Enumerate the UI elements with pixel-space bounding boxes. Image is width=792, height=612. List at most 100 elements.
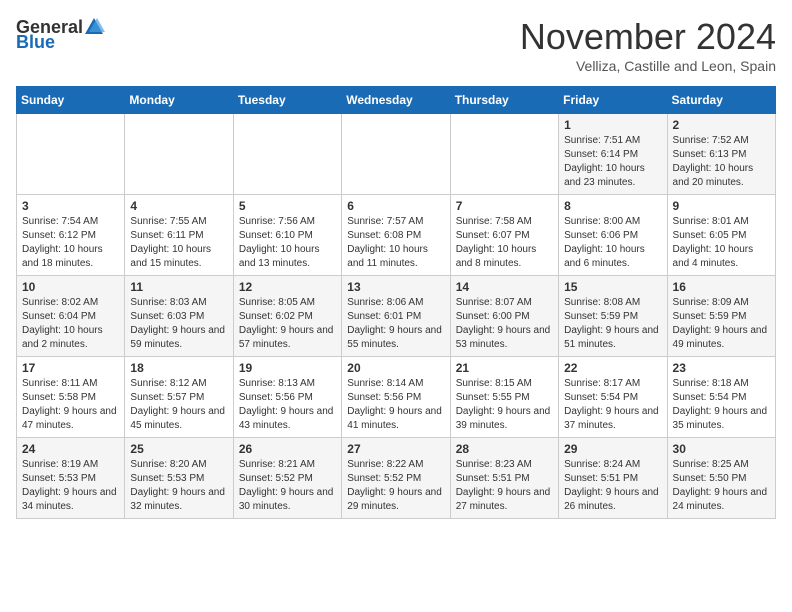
logo-blue: Blue [16,32,55,53]
calendar-cell [233,114,341,195]
day-number: 30 [673,442,770,456]
subtitle: Velliza, Castille and Leon, Spain [520,58,776,74]
calendar-header-row: SundayMondayTuesdayWednesdayThursdayFrid… [17,87,776,114]
day-header-monday: Monday [125,87,233,114]
calendar-cell: 26 Sunrise: 8:21 AMSunset: 5:52 PMDayligh… [233,438,341,519]
day-info: Sunrise: 8:06 AMSunset: 6:01 PMDaylight:… [347,296,444,352]
day-number: 2 [673,118,770,132]
day-number: 15 [564,280,661,294]
calendar-cell: 30 Sunrise: 8:25 AMSunset: 5:50 PMDayligh… [667,438,775,519]
day-info: Sunrise: 8:14 AMSunset: 5:56 PMDaylight:… [347,377,444,433]
day-number: 29 [564,442,661,456]
calendar-cell: 6 Sunrise: 7:57 AMSunset: 6:08 PMDaylight… [342,195,450,276]
calendar-cell: 14 Sunrise: 8:07 AMSunset: 6:00 PMDayligh… [450,276,558,357]
day-info: Sunrise: 8:07 AMSunset: 6:00 PMDaylight:… [456,296,553,352]
day-info: Sunrise: 7:58 AMSunset: 6:07 PMDaylight:… [456,215,553,271]
day-number: 3 [22,199,119,213]
calendar-cell: 4 Sunrise: 7:55 AMSunset: 6:11 PMDaylight… [125,195,233,276]
day-info: Sunrise: 8:05 AMSunset: 6:02 PMDaylight:… [239,296,336,352]
day-number: 13 [347,280,444,294]
day-info: Sunrise: 7:56 AMSunset: 6:10 PMDaylight:… [239,215,336,271]
calendar-cell: 24 Sunrise: 8:19 AMSunset: 5:53 PMDayligh… [17,438,125,519]
day-info: Sunrise: 8:11 AMSunset: 5:58 PMDaylight:… [22,377,119,433]
day-number: 14 [456,280,553,294]
day-header-tuesday: Tuesday [233,87,341,114]
day-info: Sunrise: 7:51 AMSunset: 6:14 PMDaylight:… [564,134,661,190]
day-number: 26 [239,442,336,456]
day-info: Sunrise: 8:12 AMSunset: 5:57 PMDaylight:… [130,377,227,433]
calendar-cell: 5Sunrise: 7:56 AMSunset: 6:10 PMDaylight… [233,195,341,276]
calendar-cell: 1 Sunrise: 7:51 AMSunset: 6:14 PMDaylight… [559,114,667,195]
calendar-cell: 20Sunrise: 8:14 AMSunset: 5:56 PMDayligh… [342,357,450,438]
day-info: Sunrise: 8:08 AMSunset: 5:59 PMDaylight:… [564,296,661,352]
calendar-cell: 17 Sunrise: 8:11 AMSunset: 5:58 PMDayligh… [17,357,125,438]
day-info: Sunrise: 8:13 AMSunset: 5:56 PMDaylight:… [239,377,336,433]
day-number: 12 [239,280,336,294]
day-number: 1 [564,118,661,132]
day-number: 21 [456,361,553,375]
day-info: Sunrise: 8:15 AMSunset: 5:55 PMDaylight:… [456,377,553,433]
day-info: Sunrise: 8:21 AMSunset: 5:52 PMDaylight:… [239,458,336,514]
calendar-week-3: 10 Sunrise: 8:02 AMSunset: 6:04 PMDayligh… [17,276,776,357]
day-number: 28 [456,442,553,456]
calendar-cell: 18 Sunrise: 8:12 AMSunset: 5:57 PMDayligh… [125,357,233,438]
day-info: Sunrise: 7:52 AMSunset: 6:13 PMDaylight:… [673,134,770,190]
calendar-table: SundayMondayTuesdayWednesdayThursdayFrid… [16,86,776,519]
calendar-week-4: 17 Sunrise: 8:11 AMSunset: 5:58 PMDayligh… [17,357,776,438]
day-number: 22 [564,361,661,375]
calendar-cell [450,114,558,195]
calendar-cell: 15 Sunrise: 8:08 AMSunset: 5:59 PMDayligh… [559,276,667,357]
day-info: Sunrise: 8:01 AMSunset: 6:05 PMDaylight:… [673,215,770,271]
day-number: 4 [130,199,227,213]
calendar-cell: 28 Sunrise: 8:23 AMSunset: 5:51 PMDayligh… [450,438,558,519]
calendar-cell [17,114,125,195]
day-number: 25 [130,442,227,456]
calendar-cell: 2 Sunrise: 7:52 AMSunset: 6:13 PMDaylight… [667,114,775,195]
day-number: 18 [130,361,227,375]
day-number: 24 [22,442,119,456]
calendar-cell: 13 Sunrise: 8:06 AMSunset: 6:01 PMDayligh… [342,276,450,357]
calendar-cell: 16Sunrise: 8:09 AMSunset: 5:59 PMDayligh… [667,276,775,357]
day-header-saturday: Saturday [667,87,775,114]
calendar-cell: 29 Sunrise: 8:24 AMSunset: 5:51 PMDayligh… [559,438,667,519]
calendar-cell: 27 Sunrise: 8:22 AMSunset: 5:52 PMDayligh… [342,438,450,519]
day-info: Sunrise: 8:19 AMSunset: 5:53 PMDaylight:… [22,458,119,514]
day-header-wednesday: Wednesday [342,87,450,114]
page-header: General Blue November 2024 Velliza, Cast… [16,16,776,74]
day-number: 27 [347,442,444,456]
calendar-cell: 19Sunrise: 8:13 AMSunset: 5:56 PMDayligh… [233,357,341,438]
logo-icon [83,16,105,38]
day-header-thursday: Thursday [450,87,558,114]
day-info: Sunrise: 8:23 AMSunset: 5:51 PMDaylight:… [456,458,553,514]
day-info: Sunrise: 8:24 AMSunset: 5:51 PMDaylight:… [564,458,661,514]
calendar-cell [125,114,233,195]
day-info: Sunrise: 8:18 AMSunset: 5:54 PMDaylight:… [673,377,770,433]
day-number: 7 [456,199,553,213]
day-header-sunday: Sunday [17,87,125,114]
day-number: 23 [673,361,770,375]
day-info: Sunrise: 7:55 AMSunset: 6:11 PMDaylight:… [130,215,227,271]
day-number: 16 [673,280,770,294]
day-info: Sunrise: 7:54 AMSunset: 6:12 PMDaylight:… [22,215,119,271]
day-info: Sunrise: 7:57 AMSunset: 6:08 PMDaylight:… [347,215,444,271]
calendar-cell: 9Sunrise: 8:01 AMSunset: 6:05 PMDaylight… [667,195,775,276]
day-info: Sunrise: 8:00 AMSunset: 6:06 PMDaylight:… [564,215,661,271]
day-info: Sunrise: 8:20 AMSunset: 5:53 PMDaylight:… [130,458,227,514]
calendar-week-2: 3 Sunrise: 7:54 AMSunset: 6:12 PMDaylight… [17,195,776,276]
calendar-cell: 10 Sunrise: 8:02 AMSunset: 6:04 PMDayligh… [17,276,125,357]
day-number: 17 [22,361,119,375]
day-number: 11 [130,280,227,294]
calendar-week-1: 1 Sunrise: 7:51 AMSunset: 6:14 PMDaylight… [17,114,776,195]
calendar-cell: 3 Sunrise: 7:54 AMSunset: 6:12 PMDaylight… [17,195,125,276]
calendar-cell: 25 Sunrise: 8:20 AMSunset: 5:53 PMDayligh… [125,438,233,519]
day-header-friday: Friday [559,87,667,114]
calendar-cell: 12 Sunrise: 8:05 AMSunset: 6:02 PMDayligh… [233,276,341,357]
day-info: Sunrise: 8:22 AMSunset: 5:52 PMDaylight:… [347,458,444,514]
day-info: Sunrise: 8:25 AMSunset: 5:50 PMDaylight:… [673,458,770,514]
day-number: 8 [564,199,661,213]
calendar-cell: 7 Sunrise: 7:58 AMSunset: 6:07 PMDaylight… [450,195,558,276]
day-number: 6 [347,199,444,213]
day-number: 10 [22,280,119,294]
day-info: Sunrise: 8:02 AMSunset: 6:04 PMDaylight:… [22,296,119,352]
calendar-cell [342,114,450,195]
